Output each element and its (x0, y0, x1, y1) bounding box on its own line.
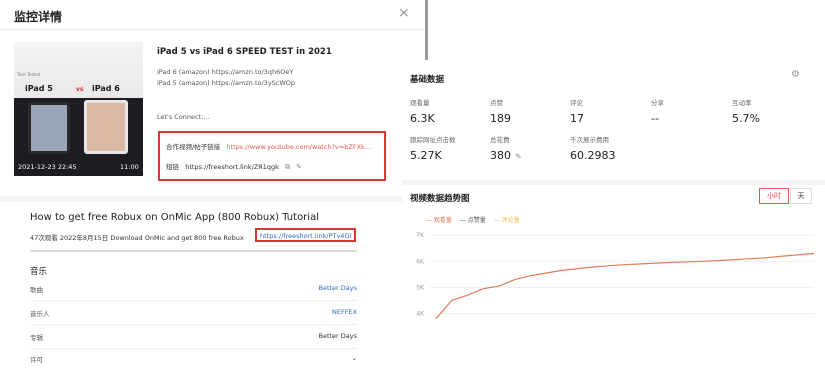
music-row-key: 音乐人 (30, 310, 50, 318)
stat-value-clicks: 5.27K (410, 149, 442, 162)
y-tick-label: 5K (416, 284, 425, 291)
stat-label-comments: 评论 (570, 99, 583, 107)
thumbnail-label-a: iPad 5 (25, 84, 53, 93)
legend-comments[interactable]: — 评论量 (494, 217, 520, 224)
ipad-image-b (84, 100, 128, 154)
divider (0, 29, 425, 30)
music-row-album: 专辑 Better Days (30, 332, 357, 346)
music-heading: 音乐 (30, 267, 48, 277)
music-row-artist: 音乐人 NEFFEX (30, 308, 357, 322)
chevron-down-icon[interactable]: ⌄ (352, 354, 357, 362)
second-video-link[interactable]: https://freeshort.link/PTv4Gl (255, 228, 357, 242)
section-separator (402, 180, 825, 185)
legend-views[interactable]: — 观看量 (426, 217, 452, 224)
music-row-key: 歌曲 (30, 286, 43, 294)
row-divider (30, 348, 357, 349)
thumbnail-label-b: iPad 6 (92, 84, 120, 93)
short-link-row: 短链 https://freeshort.link/ZR1qgk ⧉ ✎ (166, 161, 302, 172)
stat-value-comments: 17 (570, 112, 584, 125)
gear-icon[interactable]: ⚙ (791, 69, 800, 80)
ipad-image-a (28, 102, 70, 154)
scrollbar-sliver (425, 0, 428, 60)
second-video-title: How to get free Robux on OnMic App (800 … (30, 212, 319, 223)
monitor-detail-panel: 监控详情 × Tech Tested iPad 5 vs iPad 6 2021… (0, 0, 425, 380)
stat-value-engagement: 5.7% (732, 112, 760, 125)
y-tick-label: 4K (416, 310, 425, 317)
description-line: iPad 5 (amazon) https://amzn.to/3yScWOp (157, 79, 296, 87)
stat-value-shares: -- (651, 112, 659, 125)
stat-label-likes: 点赞 (490, 99, 503, 107)
thumbnail-duration: 11:00 (120, 163, 139, 171)
stat-label-clicks: 跟踪网址点击数 (410, 136, 456, 144)
basic-data-title: 基础数据 (410, 75, 445, 85)
trend-chart-title: 视频数据趋势图 (410, 194, 470, 204)
collab-link-label: 合作视频/帖子链接 (166, 143, 221, 151)
progress-bar (30, 250, 357, 252)
stat-value-views: 6.3K (410, 112, 435, 125)
music-row-value: Better Days (318, 332, 357, 340)
toggle-hour[interactable]: 小时 (759, 188, 789, 204)
stat-label-spend: 总花费 (490, 136, 510, 144)
collab-link[interactable]: https://www.youtube.com/watch?v=bZFXk... (226, 143, 371, 151)
toggle-day[interactable]: 天 (790, 188, 812, 204)
edit-icon[interactable]: ✎ (296, 163, 302, 171)
music-row-key: 专辑 (30, 334, 43, 342)
video-title[interactable]: iPad 5 vs iPad 6 SPEED TEST in 2021 (157, 47, 332, 57)
trend-chart: 7K 6K 5K 4K (416, 232, 815, 320)
y-tick-label: 6K (416, 258, 425, 265)
thumbnail-channel-text: Tech Tested (17, 72, 41, 77)
stat-label-views: 观看量 (410, 99, 430, 107)
music-row-license: 许可 ⌄ (30, 354, 357, 368)
short-link-label: 短链 (166, 163, 179, 171)
stat-label-cpm: 千次展示费用 (570, 136, 609, 144)
edit-icon[interactable]: ✎ (515, 152, 522, 161)
chart-legend: — 观看量 — 点赞量 — 评论量 (426, 215, 526, 224)
music-row-value-link[interactable]: NEFFEX (332, 308, 357, 316)
link-box: 合作视频/帖子链接 https://www.youtube.com/watch?… (158, 131, 386, 181)
row-divider (30, 324, 357, 325)
row-divider (30, 300, 357, 301)
section-separator (0, 196, 425, 202)
thumbnail-date: 2021-12-23 22:45 (18, 163, 77, 171)
basic-data-panel: 基础数据 ⚙ 观看量 6.3K 点赞 189 评论 17 分享 -- 互动率 5… (402, 60, 825, 322)
stat-label-engagement: 互动率 (732, 99, 752, 107)
music-row-song: 歌曲 Better Days (30, 284, 357, 298)
description-line: iPad 6 (amazon) https://amzn.to/3qh6OeY (157, 68, 294, 76)
legend-likes[interactable]: — 点赞量 (460, 217, 486, 224)
thumbnail-vs: vs (76, 86, 84, 93)
stat-value-spend: 380 (490, 149, 511, 162)
y-tick-label: 7K (416, 232, 425, 239)
video-thumbnail[interactable]: Tech Tested iPad 5 vs iPad 6 2021-12-23 … (14, 42, 143, 176)
series-line-views (435, 252, 815, 320)
music-row-key: 许可 (30, 356, 43, 364)
close-icon[interactable]: × (398, 5, 410, 21)
stat-label-shares: 分享 (651, 99, 664, 107)
panel-title: 监控详情 (14, 10, 63, 24)
copy-icon[interactable]: ⧉ (285, 163, 290, 172)
short-link[interactable]: https://freeshort.link/ZR1qgk (185, 163, 279, 171)
stat-value-likes: 189 (490, 112, 511, 125)
second-video-meta: 47次观看 2022年8月15日 Download OnMic and get … (30, 234, 244, 242)
stat-value-cpm: 60.2983 (570, 149, 616, 162)
music-row-value-link[interactable]: Better Days (318, 284, 357, 292)
description-line: Let's Connect:... (157, 113, 210, 121)
collab-link-row: 合作视频/帖子链接 https://www.youtube.com/watch?… (166, 141, 371, 151)
stat-value-spend-wrap: 380 ✎ (490, 149, 522, 162)
